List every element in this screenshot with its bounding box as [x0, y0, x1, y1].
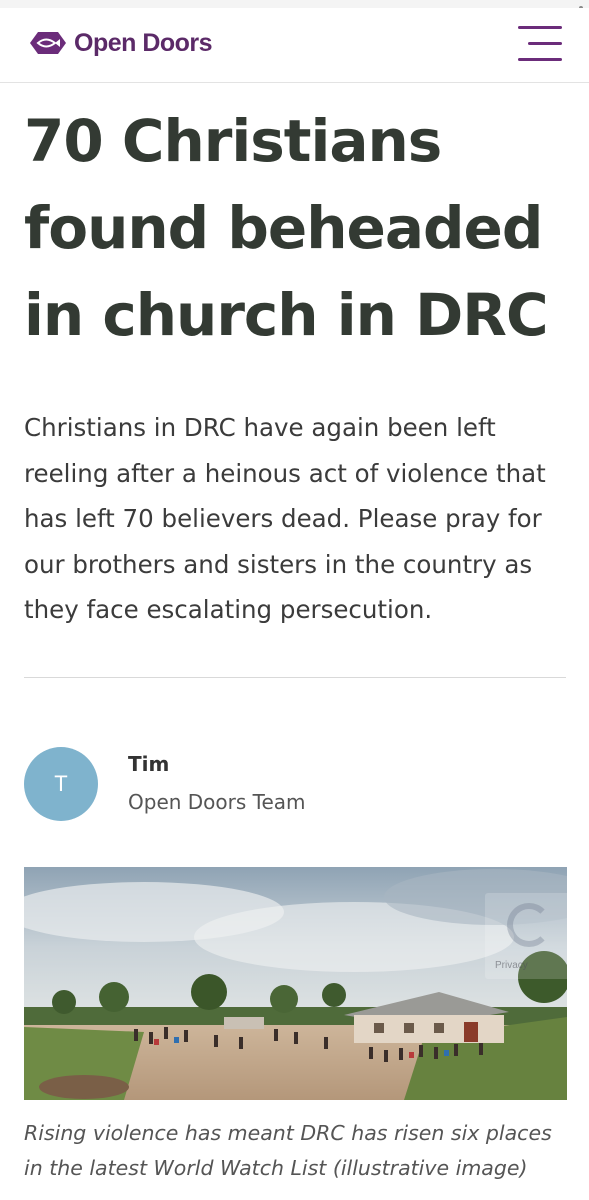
avatar: T — [24, 747, 98, 821]
divider — [24, 677, 566, 678]
open-doors-logo[interactable]: Open Doors — [28, 28, 213, 58]
browser-top-edge — [0, 0, 589, 8]
recaptcha-badge[interactable]: Privacy — [485, 893, 589, 979]
dove-fish-logo-icon — [30, 32, 66, 54]
article-intro: Christians in DRC have again been left r… — [24, 413, 546, 624]
recaptcha-label: Privacy — [495, 960, 528, 971]
recaptcha-icon — [507, 903, 551, 947]
site-header: Open Doors — [0, 8, 589, 83]
author-name[interactable]: Tim — [128, 752, 169, 776]
avatar-initial: T — [54, 771, 68, 796]
title-line: 70 Christians — [24, 107, 442, 175]
author-role: Open Doors Team — [128, 790, 306, 814]
logo-text: Open Doors — [74, 28, 213, 57]
title-line: found beheaded — [24, 194, 543, 262]
title-line: in church in DRC — [24, 281, 549, 349]
image-caption: Rising violence has meant DRC has risen … — [24, 1121, 552, 1180]
hamburger-menu-icon[interactable] — [518, 26, 564, 64]
article-title: 70 Christians found beheaded in church i… — [24, 98, 574, 359]
